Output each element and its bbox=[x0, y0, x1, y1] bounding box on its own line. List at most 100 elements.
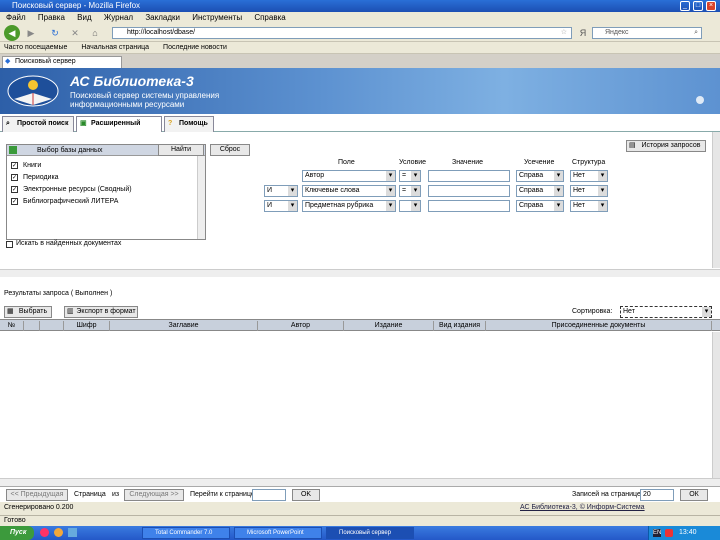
per-page-ok-button[interactable]: ОК bbox=[680, 489, 708, 501]
field-select[interactable]: Предметная рубрика bbox=[302, 200, 396, 212]
antivirus-icon[interactable] bbox=[665, 529, 673, 537]
find-button[interactable]: Найти bbox=[158, 144, 204, 156]
maximize-button[interactable]: □ bbox=[693, 1, 703, 11]
sort-select[interactable]: Нет bbox=[620, 306, 712, 318]
site-banner: АС Библиотека-3 Поисковый сервер системы… bbox=[0, 68, 720, 114]
windows-taskbar: Пуск Total Commander 7.0 Microsoft Power… bbox=[0, 526, 720, 540]
value-input[interactable] bbox=[428, 170, 510, 182]
tab-help[interactable]: ? Помощь bbox=[164, 116, 214, 132]
menu-edit[interactable]: Правка bbox=[38, 13, 65, 22]
query-vertical-scrollbar[interactable] bbox=[712, 132, 720, 268]
structure-select[interactable]: Нет bbox=[570, 170, 608, 182]
stop-icon[interactable]: ✕ bbox=[68, 26, 82, 40]
col-author[interactable]: Автор bbox=[258, 321, 344, 331]
database-checkbox[interactable]: ✓ bbox=[11, 162, 18, 169]
prev-page-button[interactable]: << Предыдущая bbox=[6, 489, 68, 501]
forward-icon[interactable]: ▶ bbox=[24, 26, 38, 40]
browser-tab-strip: ◆ Поисковый сервер bbox=[0, 54, 720, 68]
reset-button[interactable]: Сброс bbox=[210, 144, 250, 156]
advanced-search-icon: ▣ bbox=[80, 120, 87, 127]
query-horizontal-scrollbar[interactable] bbox=[0, 269, 720, 277]
field-select[interactable]: Автор bbox=[302, 170, 396, 182]
column-truncation: Усечение bbox=[524, 159, 555, 166]
col-attached-documents[interactable]: Присоединенные документы bbox=[486, 321, 712, 331]
quicklaunch-firefox-icon[interactable] bbox=[54, 528, 63, 537]
taskbar-item[interactable]: Total Commander 7.0 bbox=[142, 527, 230, 539]
condition-select[interactable] bbox=[399, 200, 421, 212]
copyright-link[interactable]: АС Библиотека-3, © Информ-Система bbox=[520, 504, 645, 511]
database-item[interactable]: ✓ Периодика bbox=[11, 173, 59, 183]
menu-tools[interactable]: Инструменты bbox=[192, 13, 242, 22]
menu-bookmarks[interactable]: Закладки bbox=[145, 13, 180, 22]
truncation-select[interactable]: Справа bbox=[516, 200, 564, 212]
banner-subtitle: Поисковый сервер системы управления инфо… bbox=[70, 91, 220, 109]
taskbar-item[interactable]: Microsoft PowerPoint bbox=[234, 527, 322, 539]
database-item[interactable]: ✓ Электронные ресурсы (Сводный) bbox=[11, 185, 132, 195]
query-history-button[interactable]: ▤ История запросов bbox=[626, 140, 706, 152]
bookmark-star-icon[interactable]: ☆ bbox=[561, 28, 567, 38]
quicklaunch-opera-icon[interactable] bbox=[40, 528, 49, 537]
database-checkbox[interactable]: ✓ bbox=[11, 174, 18, 181]
per-page-input[interactable]: 20 bbox=[640, 489, 674, 501]
condition-select[interactable]: = bbox=[399, 170, 421, 182]
logic-select[interactable]: И bbox=[264, 200, 298, 212]
goto-page-button[interactable]: OK bbox=[292, 489, 320, 501]
menu-help[interactable]: Справка bbox=[254, 13, 285, 22]
structure-select[interactable]: Нет bbox=[570, 200, 608, 212]
database-checkbox[interactable]: ✓ bbox=[11, 198, 18, 205]
taskbar-item-active[interactable]: Поисковый сервер bbox=[326, 527, 414, 539]
menu-file[interactable]: Файл bbox=[6, 13, 26, 22]
value-input[interactable] bbox=[428, 200, 510, 212]
back-icon[interactable]: ◀ bbox=[4, 25, 20, 41]
col-edition[interactable]: Издание bbox=[344, 321, 434, 331]
search-engine-icon[interactable]: Я bbox=[576, 26, 590, 40]
language-icon[interactable]: EN bbox=[653, 529, 661, 537]
col-title[interactable]: Заглавие bbox=[110, 321, 258, 331]
minimize-button[interactable]: _ bbox=[680, 1, 690, 11]
database-list-scrollbar[interactable] bbox=[197, 156, 205, 239]
tab-simple-search[interactable]: ⌕ Простой поиск bbox=[2, 116, 74, 132]
structure-select[interactable]: Нет bbox=[570, 185, 608, 197]
database-list: Выбор базы данных ✓ Книги ✓ Периодика ✓ Эле… bbox=[6, 144, 206, 240]
tab-advanced-search[interactable]: ▣ Расширенный поиск bbox=[76, 116, 162, 141]
database-item[interactable]: ✓ Книги bbox=[11, 161, 41, 171]
value-input[interactable] bbox=[428, 185, 510, 197]
goto-page-input[interactable] bbox=[252, 489, 286, 501]
truncation-select[interactable]: Справа bbox=[516, 185, 564, 197]
bookmark-most-visited[interactable]: Часто посещаемые bbox=[4, 44, 67, 51]
results-horizontal-scrollbar[interactable] bbox=[0, 478, 720, 486]
reload-icon[interactable]: ↻ bbox=[48, 26, 62, 40]
start-button[interactable]: Пуск bbox=[0, 526, 34, 540]
logic-select[interactable]: И bbox=[264, 185, 298, 197]
search-icon[interactable]: ⌕ bbox=[694, 28, 698, 38]
field-select[interactable]: Ключевые слова bbox=[302, 185, 396, 197]
results-panel: Результаты запроса ( Выполнен ) ▦ Выбрат… bbox=[0, 286, 720, 486]
col-number[interactable]: № bbox=[0, 321, 24, 331]
select-button[interactable]: ▦ Выбрать bbox=[4, 306, 52, 318]
status-ready: Готово bbox=[4, 517, 26, 524]
bookmark-latest-news[interactable]: Последние новости bbox=[163, 44, 227, 51]
search-in-found-checkbox[interactable] bbox=[6, 241, 13, 248]
close-button[interactable]: × bbox=[706, 1, 716, 11]
browser-tab[interactable]: ◆ Поисковый сервер bbox=[2, 56, 122, 68]
search-in-found-option[interactable]: Искать в найденных документах bbox=[6, 240, 121, 248]
truncation-select[interactable]: Справа bbox=[516, 170, 564, 182]
export-button[interactable]: ▥ Экспорт в формат bbox=[64, 306, 138, 318]
window-titlebar: Поисковый сервер - Mozilla Firefox _ □ × bbox=[0, 0, 720, 12]
system-tray: EN 13:40 bbox=[648, 526, 720, 540]
condition-select[interactable]: = bbox=[399, 185, 421, 197]
database-item[interactable]: ✓ Библиографический ЛИТЕРА bbox=[11, 197, 118, 207]
home-icon[interactable]: ⌂ bbox=[88, 26, 102, 40]
url-text: http://localhost/dbase/ bbox=[127, 29, 196, 36]
bookmark-start-page[interactable]: Начальная страница bbox=[81, 44, 149, 51]
search-input[interactable]: Яндекс ⌕ bbox=[592, 27, 702, 39]
next-page-button[interactable]: Следующая >> bbox=[124, 489, 184, 501]
col-code[interactable]: Шифр bbox=[64, 321, 110, 331]
menu-history[interactable]: Журнал bbox=[104, 13, 133, 22]
results-vertical-scrollbar[interactable] bbox=[712, 332, 720, 478]
quicklaunch-desktop-icon[interactable] bbox=[68, 528, 77, 537]
menu-view[interactable]: Вид bbox=[77, 13, 91, 22]
url-input[interactable]: http://localhost/dbase/ ☆ bbox=[112, 27, 572, 39]
database-checkbox[interactable]: ✓ bbox=[11, 186, 18, 193]
col-publication-type[interactable]: Вид издания bbox=[434, 321, 486, 331]
